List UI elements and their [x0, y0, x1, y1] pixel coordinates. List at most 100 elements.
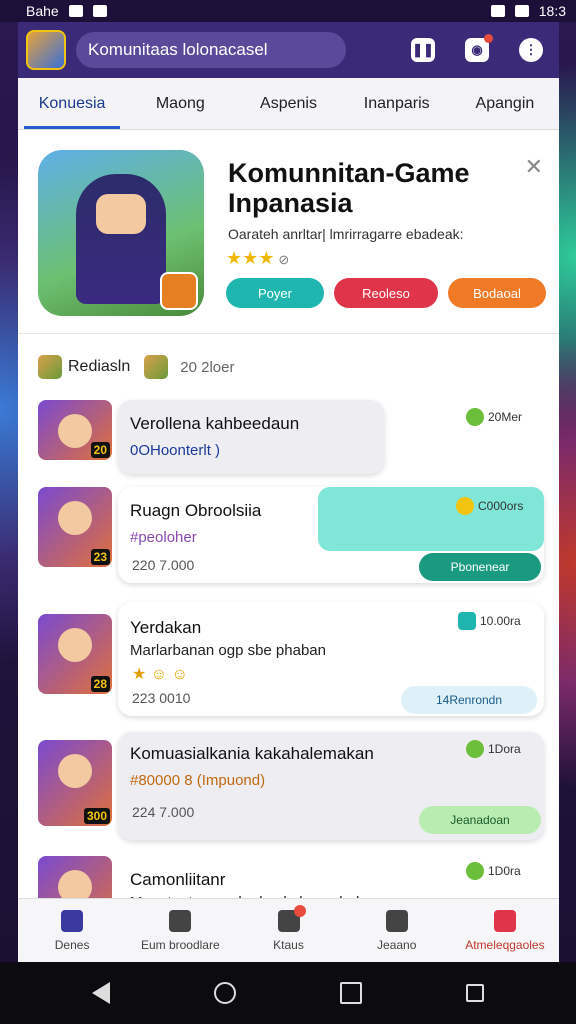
home-icon [61, 909, 84, 932]
list-item[interactable]: 20 Verollena kahbeedaun 0OHoonterlt ) 20… [18, 400, 559, 482]
review-button[interactable]: Reoleso [334, 278, 438, 308]
nav-status[interactable]: Ktaus [234, 899, 342, 962]
points-value: 10.00ra [480, 614, 521, 628]
tab-bar: Konuesia Maong Aspenis Inanparis Apangin [18, 78, 559, 130]
game-badge-icon [160, 272, 198, 310]
item-thumbnail: 20 [38, 400, 112, 460]
points-icon [466, 408, 484, 426]
item-thumbnail: 23 [38, 487, 112, 567]
nav-home[interactable]: Denes [18, 899, 126, 962]
search-input[interactable]: Komunitaas lolonacasel [76, 32, 346, 68]
nav-more[interactable]: Atmeleqgaoles [451, 899, 559, 962]
nav-community[interactable]: Eum broodlare [126, 899, 234, 962]
tab-aspenis[interactable]: Aspenis [234, 78, 342, 129]
item-points: 1Dora [466, 740, 521, 758]
thumbnail-face [58, 501, 92, 535]
item-title: Yerdakan [130, 618, 202, 637]
back-icon[interactable] [92, 982, 110, 1004]
hero-face [96, 194, 146, 234]
nav-label: Jeaano [377, 937, 417, 952]
item-title: Ruagn Obroolsiia [130, 501, 262, 520]
notification-dot [293, 904, 306, 917]
item-points: 20Mer [466, 408, 522, 426]
points-value: 1Dora [488, 742, 521, 756]
item-action-button[interactable]: Pbonenear [419, 553, 541, 581]
app-window: Komunitaas lolonacasel ❚❚ ◉ ⋮ Konuesia M… [18, 22, 559, 962]
search-text: Komunitaas lolonacasel [88, 40, 268, 59]
points-icon [466, 862, 484, 880]
status-left-text: Bahe [26, 3, 59, 19]
pause-icon[interactable]: ❚❚ [411, 38, 435, 62]
item-subtitle: Marlarbanan ogp sbe phaban [130, 642, 326, 659]
house-icon [385, 909, 408, 932]
home-button-icon[interactable] [214, 982, 236, 1004]
item-title: Komuasialkania kakahalemakan [130, 744, 374, 763]
system-navigation-bar [0, 962, 576, 1024]
folder-icon [169, 909, 192, 932]
bottom-navigation: Denes Eum broodlare Ktaus Jeaano Atmeleq… [18, 898, 559, 962]
avatar[interactable] [26, 30, 66, 70]
points-value: C000ors [478, 499, 524, 513]
battery-icon [514, 5, 529, 17]
screenshot-icon[interactable] [466, 984, 484, 1002]
section-count: 20 2loer [180, 358, 235, 376]
nav-profile[interactable]: Jeaano [343, 899, 451, 962]
recents-icon[interactable] [340, 982, 362, 1004]
item-card[interactable]: Verollena kahbeedaun 0OHoonterlt ) [118, 400, 384, 474]
level-badge: 20 [90, 442, 110, 458]
thumbnail-face [58, 754, 92, 788]
hero-card: Komunnitan-Game Inpanasia ✕ Oarateh anrl… [18, 130, 559, 334]
close-icon[interactable]: ✕ [525, 154, 543, 180]
item-thumbnail: 28 [38, 614, 112, 694]
list-item[interactable]: 300 Komuasialkania kakahalemakan #80000 … [18, 732, 559, 847]
item-subtitle: 0OHoonterlt ) [130, 442, 221, 459]
item-points: 10.00ra [458, 612, 521, 630]
hero-image [38, 150, 204, 316]
top-bar: Komunitaas lolonacasel ❚❚ ◉ ⋮ [18, 22, 559, 78]
section-label: Rediasln [68, 358, 131, 375]
points-icon [466, 740, 484, 758]
notification-icon [68, 5, 83, 17]
action-label: Pbonenear [450, 560, 510, 574]
menu-icon[interactable]: ⋮ [519, 38, 543, 62]
tab-apangin[interactable]: Apangin [451, 78, 559, 129]
status-bar: Bahe 18:3 [0, 0, 576, 22]
thumbnail-face [58, 414, 92, 448]
section-count-icon [144, 355, 169, 379]
item-points: 1D0ra [466, 862, 521, 880]
tag-icon [277, 904, 306, 932]
notification-dot [484, 34, 493, 43]
list-item[interactable]: 28 Yerdakan Marlarbanan ogp sbe phaban ★… [18, 602, 559, 717]
thumbnail-face [58, 628, 92, 662]
item-action-button[interactable]: Jeanadoan [419, 806, 541, 834]
points-value: 1D0ra [488, 864, 521, 878]
tab-inanparis[interactable]: Inanparis [343, 78, 451, 129]
camera-icon[interactable]: ◉ [465, 34, 493, 62]
item-subtitle: #peoloher [130, 529, 197, 546]
section-header: Rediasln 20 2loer [18, 342, 559, 392]
wifi-icon [490, 5, 505, 17]
status-time: 18:3 [538, 3, 566, 19]
nav-label: Eum broodlare [140, 937, 220, 952]
nav-label: Atmeleqgaoles [465, 937, 545, 952]
list-item[interactable]: 23 Ruagn Obroolsiia #peoloher 220 7.000 … [18, 487, 559, 589]
hero-description: Oarateh anrltar| lmrirragarre ebadeak: [228, 226, 464, 242]
play-button[interactable]: Poyer [226, 278, 324, 308]
item-subtitle: #80000 8 (Impuond) [130, 772, 266, 789]
tab-konuesia[interactable]: Konuesia [18, 78, 126, 129]
level-badge: 300 [83, 808, 110, 824]
tab-maong[interactable]: Maong [126, 78, 234, 129]
item-thumbnail: 300 [38, 740, 112, 826]
level-badge: 23 [90, 549, 110, 565]
flag-icon [493, 909, 516, 932]
action-label: Jeanadoan [450, 813, 510, 827]
share-button[interactable]: Bodaoal [448, 278, 546, 308]
nav-label: Ktaus [273, 937, 304, 952]
item-meta: 220 7.000 [132, 557, 195, 573]
item-action-button[interactable]: 14Renrondn [401, 686, 537, 714]
hero-title: Komunnitan-Game Inpanasia [228, 158, 470, 218]
item-title: Verollena kahbeedaun [130, 414, 300, 433]
item-points: C000ors [456, 497, 523, 515]
item-meta: 224 7.000 [132, 804, 195, 820]
item-meta: 223 0010 [132, 690, 191, 706]
